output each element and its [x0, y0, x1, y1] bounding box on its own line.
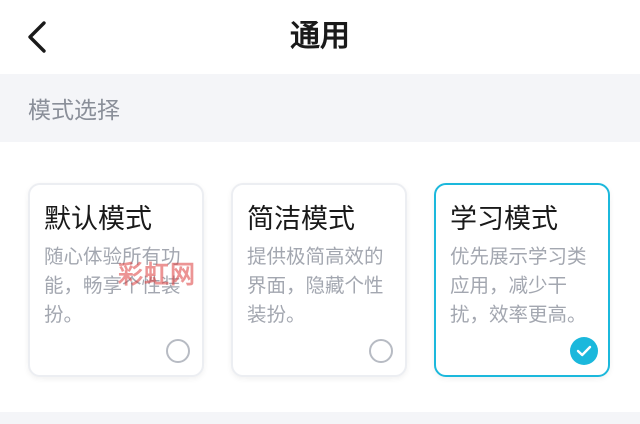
mode-card-title: 默认模式: [44, 204, 152, 235]
section-header: 模式选择: [0, 74, 640, 142]
nav-bar: 通用: [0, 0, 640, 74]
mode-card-description: 优先展示学习类应用，减少干扰，效率更高。: [450, 245, 587, 326]
mode-card-title: 学习模式: [450, 204, 558, 235]
radio-checked-icon[interactable]: [570, 337, 598, 365]
radio-unchecked-icon[interactable]: [369, 339, 393, 363]
section-label: 模式选择: [28, 98, 120, 124]
mode-card-description: 随心体验所有功能，畅享个性装扮。: [44, 245, 181, 326]
mode-card-simple[interactable]: 简洁模式 提供极简高效的界面，隐藏个性装扮。: [231, 183, 407, 377]
radio-unchecked-icon[interactable]: [166, 339, 190, 363]
mode-card-default[interactable]: 默认模式 随心体验所有功能，畅享个性装扮。: [28, 183, 204, 377]
mode-card-description: 提供极简高效的界面，隐藏个性装扮。: [247, 245, 384, 326]
page-title: 通用: [290, 19, 350, 54]
bottom-divider: [0, 412, 640, 424]
checkmark-icon: [576, 345, 592, 357]
mode-card-study[interactable]: 学习模式 优先展示学习类应用，减少干扰，效率更高。: [434, 183, 610, 377]
mode-card-title: 简洁模式: [247, 204, 355, 235]
mode-cards-area: 默认模式 随心体验所有功能，畅享个性装扮。 简洁模式 提供极简高效的界面，隐藏个…: [0, 142, 640, 412]
